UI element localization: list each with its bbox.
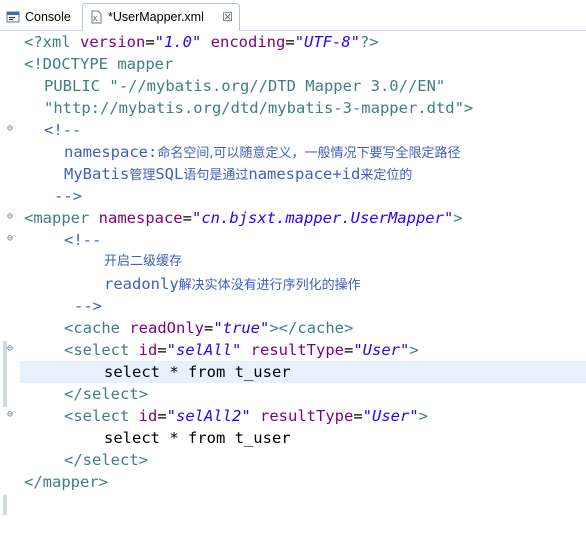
- xml-file-icon: X: [91, 10, 102, 24]
- fold-select-icon[interactable]: ⊖: [7, 344, 17, 354]
- code-line: -->: [74, 297, 102, 315]
- close-icon[interactable]: ☒: [222, 11, 233, 23]
- tab-usermapper-label: *UserMapper.xml: [108, 10, 204, 24]
- code-line: <?xml version="1.0" encoding="UTF-8"?>: [24, 33, 379, 51]
- code-line: readonly解决实体没有进行序列化的操作: [104, 275, 361, 293]
- change-marker: [3, 495, 7, 515]
- code-line: PUBLIC "-//mybatis.org//DTD Mapper 3.0//…: [44, 77, 446, 95]
- code-line: <select id="selAll2" resultType="User">: [64, 407, 429, 425]
- code-line: <mapper namespace="cn.bjsxt.mapper.UserM…: [24, 209, 463, 227]
- code-line: </mapper>: [24, 473, 108, 491]
- code-line: MyBatis管理SQL语句是通过namespace+id来定位的: [64, 165, 413, 183]
- code-line: 开启二级缓存: [104, 254, 183, 269]
- tab-console-label: Console: [25, 10, 71, 24]
- tab-usermapper-xml[interactable]: X *UserMapper.xml ☒: [82, 3, 240, 31]
- console-icon: [6, 11, 20, 23]
- current-code-line: select * from t_user: [20, 361, 586, 383]
- code-line: select * from t_user: [104, 429, 291, 447]
- code-line: </select>: [64, 451, 148, 469]
- code-line: </select>: [64, 385, 148, 403]
- code-line: <select id="selAll" resultType="User">: [64, 341, 419, 359]
- fold-comment-icon[interactable]: ⊖: [7, 234, 17, 244]
- editor-gutter: ⊖ ⊖ ⊖ ⊖ ⊖: [0, 31, 20, 539]
- code-line: <!--: [64, 231, 102, 249]
- code-line: -->: [54, 187, 82, 205]
- code-line: <!--: [44, 121, 82, 139]
- code-line: namespace:命名空间,可以随意定义，一般情况下要写全限定路径: [64, 143, 461, 161]
- editor-tab-bar: Console X *UserMapper.xml ☒: [0, 0, 586, 31]
- fold-select-icon[interactable]: ⊖: [7, 410, 17, 420]
- code-line: <cache readOnly="true"></cache>: [64, 319, 354, 337]
- xml-editor[interactable]: ⊖ ⊖ ⊖ ⊖ ⊖ <?xml version="1.0" encoding="…: [0, 31, 586, 539]
- tab-console[interactable]: Console: [0, 4, 77, 30]
- code-line: <!DOCTYPE mapper: [24, 55, 174, 73]
- change-marker: [3, 341, 7, 407]
- code-line: "http://mybatis.org/dtd/mybatis-3-mapper…: [44, 99, 474, 117]
- fold-comment-icon[interactable]: ⊖: [7, 124, 17, 134]
- fold-mapper-icon[interactable]: ⊖: [7, 212, 17, 222]
